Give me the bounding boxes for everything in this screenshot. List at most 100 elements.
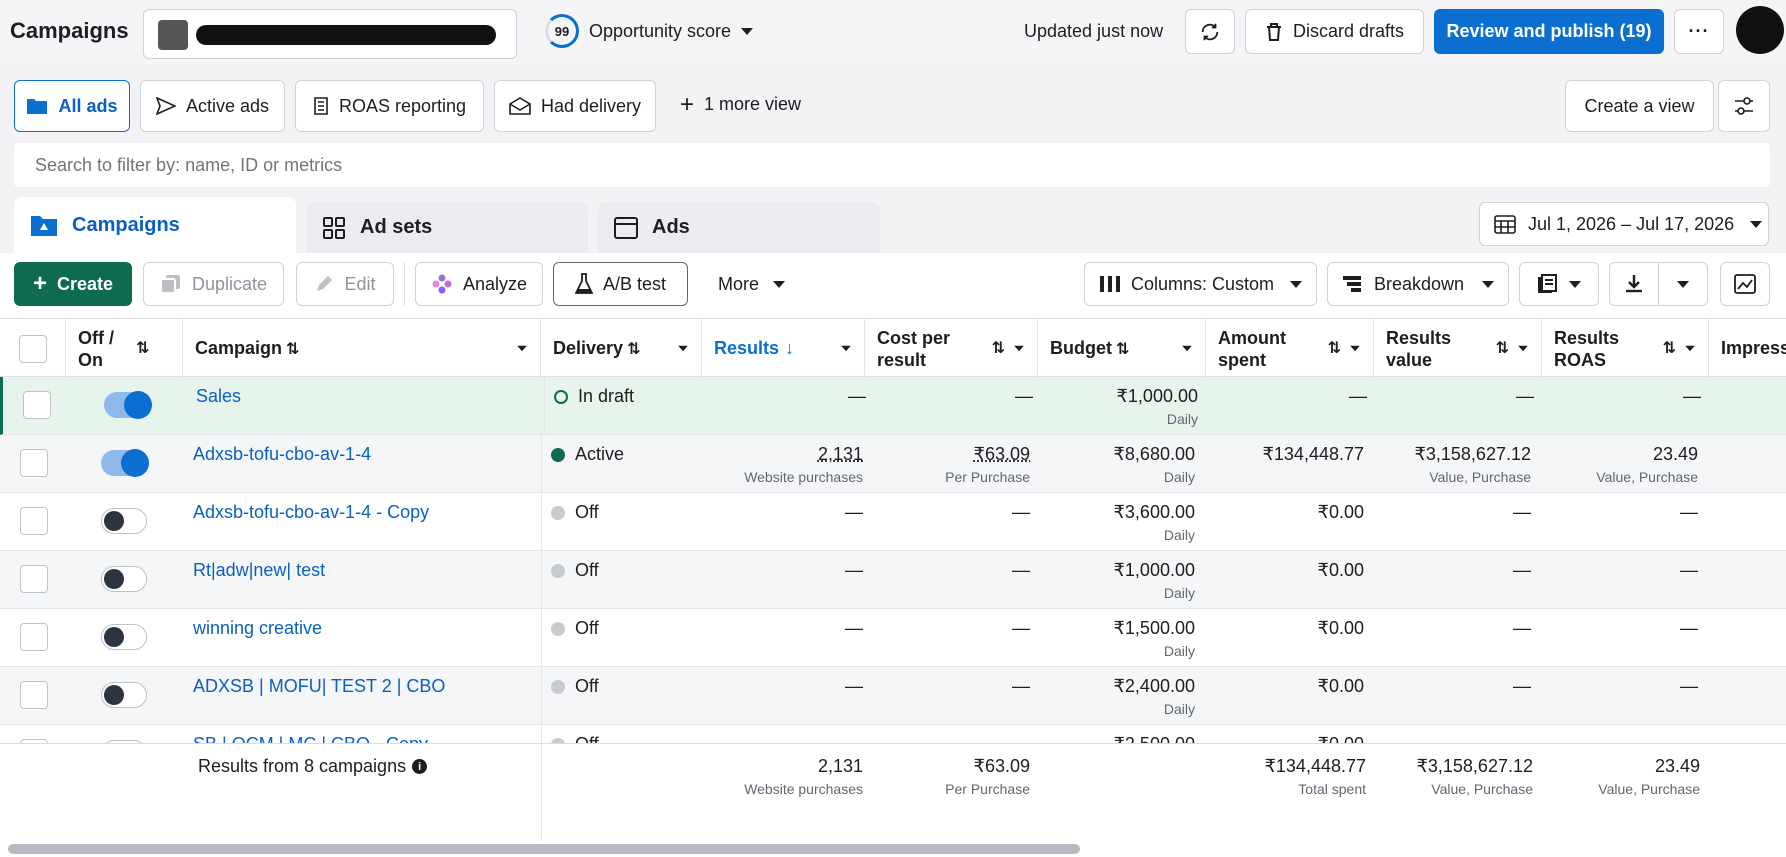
tab-ads-label: Ads	[652, 216, 690, 238]
row-checkbox[interactable]	[23, 391, 51, 419]
sort-icon: ⇅	[1495, 339, 1509, 357]
chart-button[interactable]	[1720, 262, 1770, 306]
refresh-button[interactable]	[1185, 9, 1235, 54]
column-divider	[541, 551, 542, 609]
horizontal-scrollbar[interactable]	[0, 841, 1786, 857]
more-options-button[interactable]: ···	[1674, 9, 1724, 54]
delivery-status-label: Off	[575, 676, 599, 696]
sort-icon: ⇅	[991, 339, 1005, 357]
chevron-down-icon	[1518, 345, 1528, 352]
col-results[interactable]: Results ↓	[702, 319, 865, 378]
row-checkbox[interactable]	[20, 565, 48, 593]
search-input[interactable]	[14, 143, 1770, 187]
cell-budget-sub: Daily	[1163, 469, 1195, 485]
view-active-ads[interactable]: Active ads	[140, 80, 285, 132]
row-checkbox[interactable]	[20, 623, 48, 651]
toolbar-divider	[404, 262, 405, 306]
view-had-delivery[interactable]: Had delivery	[494, 80, 656, 132]
opportunity-score[interactable]: 99 Opportunity score	[545, 14, 754, 48]
row-checkbox[interactable]	[20, 507, 48, 535]
col-select	[0, 319, 66, 378]
table-row[interactable]: winning creative Off — — ₹1,500.00 Daily ₹0.00…	[0, 609, 1786, 667]
col-budget[interactable]: Budget ⇅	[1038, 319, 1206, 378]
column-divider	[541, 435, 542, 493]
cell-results-value: 2,131	[817, 444, 863, 464]
reports-button[interactable]	[1519, 262, 1599, 306]
campaign-toggle[interactable]	[101, 624, 147, 650]
view-all-ads[interactable]: All ads	[14, 80, 130, 132]
summary-divider	[541, 744, 542, 842]
cell-roas-value: —	[1683, 386, 1701, 406]
review-publish-button[interactable]: Review and publish (19)	[1434, 9, 1664, 54]
scrollbar-thumb[interactable]	[8, 844, 1080, 854]
summary-cpr: ₹63.09 Per Purchase	[945, 756, 1030, 797]
export-button[interactable]	[1609, 262, 1659, 306]
campaign-folder-icon	[31, 216, 57, 236]
avatar[interactable]	[1736, 6, 1784, 54]
columns-button[interactable]: Columns: Custom	[1084, 262, 1317, 306]
col-impressions[interactable]: Impress	[1709, 319, 1786, 378]
col-campaign-label: Campaign	[195, 338, 283, 358]
col-campaign[interactable]: Campaign ⇅	[183, 319, 541, 378]
cell-spent-value: ₹0.00	[1317, 502, 1365, 522]
date-range-picker[interactable]: Jul 1, 2026 – Jul 17, 2026	[1479, 202, 1769, 246]
info-icon[interactable]: i	[412, 759, 428, 774]
create-view-button[interactable]: Create a view	[1565, 80, 1714, 132]
cell-roas-value: —	[1680, 676, 1698, 696]
more-views-button[interactable]: + 1 more view	[680, 92, 801, 116]
cell-value-value: —	[1513, 618, 1531, 638]
tab-ads[interactable]: Ads	[598, 202, 880, 253]
ad-window-icon	[614, 216, 638, 239]
send-icon	[155, 97, 176, 115]
cell-value-value: —	[1516, 386, 1534, 406]
campaign-toggle[interactable]	[101, 566, 147, 592]
campaign-toggle[interactable]	[101, 449, 149, 477]
chevron-down-icon	[1677, 280, 1689, 288]
row-checkbox[interactable]	[20, 681, 48, 709]
summary-spent: ₹134,448.77 Total spent	[1264, 756, 1366, 797]
cell-results-value: —	[845, 618, 863, 638]
table-row[interactable]: Rt|adw|new| test Off — — ₹1,000.00 Daily ₹0.00…	[0, 551, 1786, 609]
cell-roas-value: —	[1680, 502, 1698, 522]
campaign-toggle[interactable]	[101, 682, 147, 708]
col-cost-per-result[interactable]: Cost per result ⇅	[865, 319, 1038, 378]
cell-spent-value: ₹0.00	[1317, 560, 1365, 580]
create-button[interactable]: + Create	[14, 262, 132, 306]
row-checkbox[interactable]	[20, 449, 48, 477]
edit-button[interactable]: Edit	[296, 262, 394, 306]
report-icon	[314, 97, 328, 115]
campaign-toggle[interactable]	[101, 508, 147, 534]
cell-spent-value: ₹134,448.77	[1262, 444, 1364, 464]
col-results-roas[interactable]: Results ROAS ⇅	[1542, 319, 1709, 378]
select-all-checkbox[interactable]	[18, 334, 47, 363]
breakdown-button[interactable]: Breakdown	[1327, 262, 1509, 306]
toggle-knob	[104, 627, 124, 647]
cell-budget-value: ₹3,600.00	[1113, 502, 1195, 522]
col-results-value[interactable]: Results value ⇅	[1374, 319, 1542, 378]
sort-down-icon: ↓	[785, 338, 795, 358]
table-row[interactable]: Adxsb-tofu-cbo-av-1-4 - Copy Off — — ₹3,600.…	[0, 493, 1786, 551]
export-menu-button[interactable]	[1658, 262, 1708, 306]
cell-value-sub: Value, Purchase	[1429, 469, 1531, 485]
chevron-down-icon	[773, 281, 786, 288]
campaign-toggle[interactable]	[104, 391, 152, 419]
col-delivery[interactable]: Delivery ⇅	[541, 319, 702, 378]
col-off-on[interactable]: Off / On ⇅	[66, 319, 183, 378]
search-bar[interactable]	[14, 143, 1770, 187]
table-row[interactable]: ADXSB | MOFU| TEST 2 | CBO Off — — ₹2,400.00…	[0, 667, 1786, 725]
ab-test-button[interactable]: A/B test	[553, 262, 688, 306]
view-roas-reporting[interactable]: ROAS reporting	[295, 80, 484, 132]
col-amount-spent[interactable]: Amount spent ⇅	[1206, 319, 1374, 378]
table-row[interactable]: Adxsb-tofu-cbo-av-1-4 Active 2,131 Website …	[0, 435, 1786, 493]
discard-drafts-button[interactable]: Discard drafts	[1245, 9, 1424, 54]
table-row[interactable]: Sales In draft — — ₹1,000.00 Daily — — —	[0, 377, 1786, 435]
duplicate-button[interactable]: Duplicate	[143, 262, 284, 306]
tab-ad-sets-label: Ad sets	[360, 216, 433, 238]
view-settings-button[interactable]	[1718, 80, 1770, 132]
account-selector[interactable]	[143, 9, 517, 59]
tab-campaigns[interactable]: Campaigns	[14, 197, 296, 253]
analyze-button[interactable]: Analyze	[415, 262, 543, 306]
cell-budget-sub: Daily	[1163, 585, 1195, 601]
more-button[interactable]: More	[718, 274, 786, 295]
tab-ad-sets[interactable]: Ad sets	[306, 202, 588, 253]
